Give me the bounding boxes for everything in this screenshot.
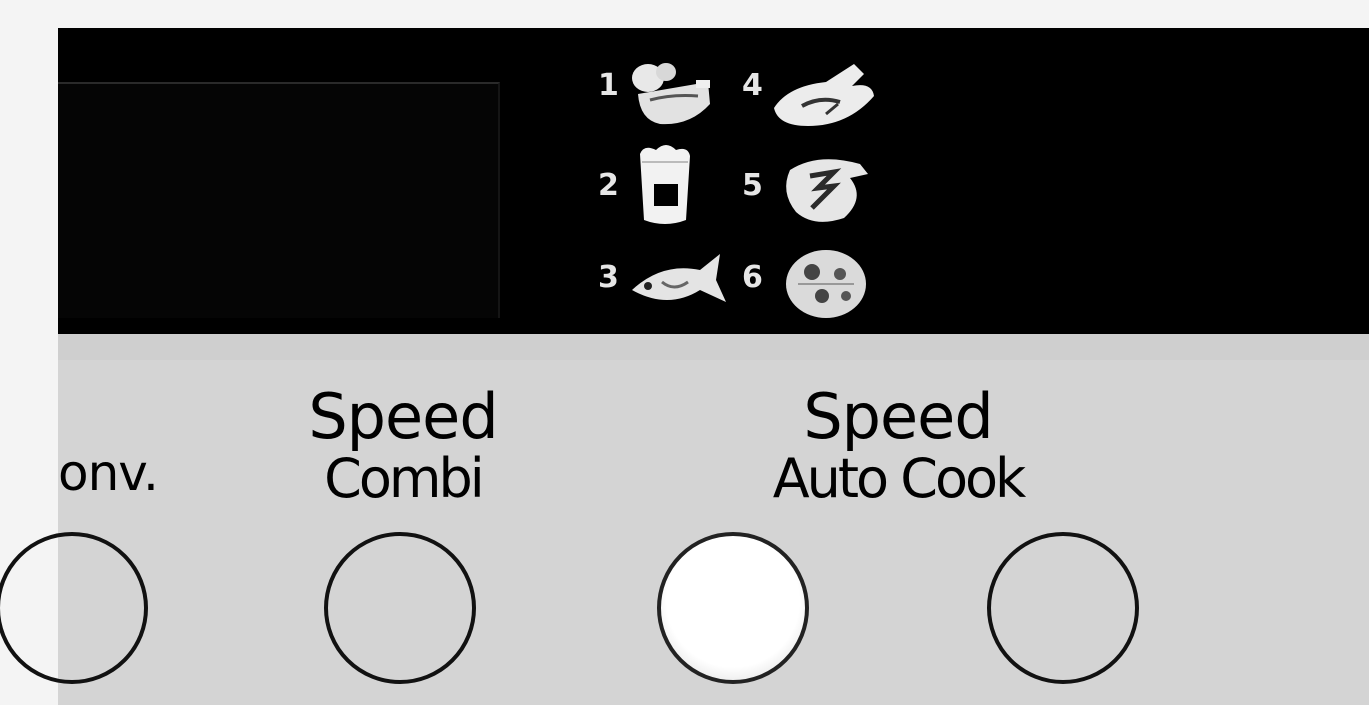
icon-number-2: 2	[598, 168, 619, 203]
icon-number-1: 1	[598, 68, 619, 103]
speed-combi-button[interactable]	[324, 532, 476, 684]
speed-auto-cook-button[interactable]	[657, 532, 809, 684]
speed-combi-label-line2: Combi	[324, 447, 485, 510]
cup-icon	[640, 145, 690, 224]
icon-number-5: 5	[742, 168, 763, 203]
icon-number-3: 3	[598, 260, 619, 295]
vegetable-icon	[632, 63, 710, 125]
speed-combi-label-line1: Speed	[308, 380, 498, 453]
pot-icon	[786, 159, 868, 222]
top-margin	[0, 0, 1369, 28]
conv-button[interactable]	[0, 532, 148, 684]
panel-top-edge	[58, 334, 1369, 360]
icon-number-6: 6	[742, 260, 763, 295]
pizza-icon	[786, 250, 866, 318]
fish-icon	[632, 254, 726, 302]
speed-auto-cook-label: Speed Auto Cook	[750, 386, 1046, 506]
chicken-leg-icon	[774, 64, 874, 126]
start-button[interactable]	[987, 532, 1139, 684]
speed-auto-cook-label-line2: Auto Cook	[772, 447, 1027, 510]
icon-number-4: 4	[742, 68, 763, 103]
speed-auto-cook-label-line1: Speed	[803, 380, 993, 453]
auto-cook-icon-grid: 1 2 3 4 5 6	[592, 52, 882, 322]
speed-combi-label: Speed Combi	[300, 386, 506, 506]
conv-button-label: onv.	[58, 444, 159, 502]
digital-display-window	[58, 82, 500, 318]
